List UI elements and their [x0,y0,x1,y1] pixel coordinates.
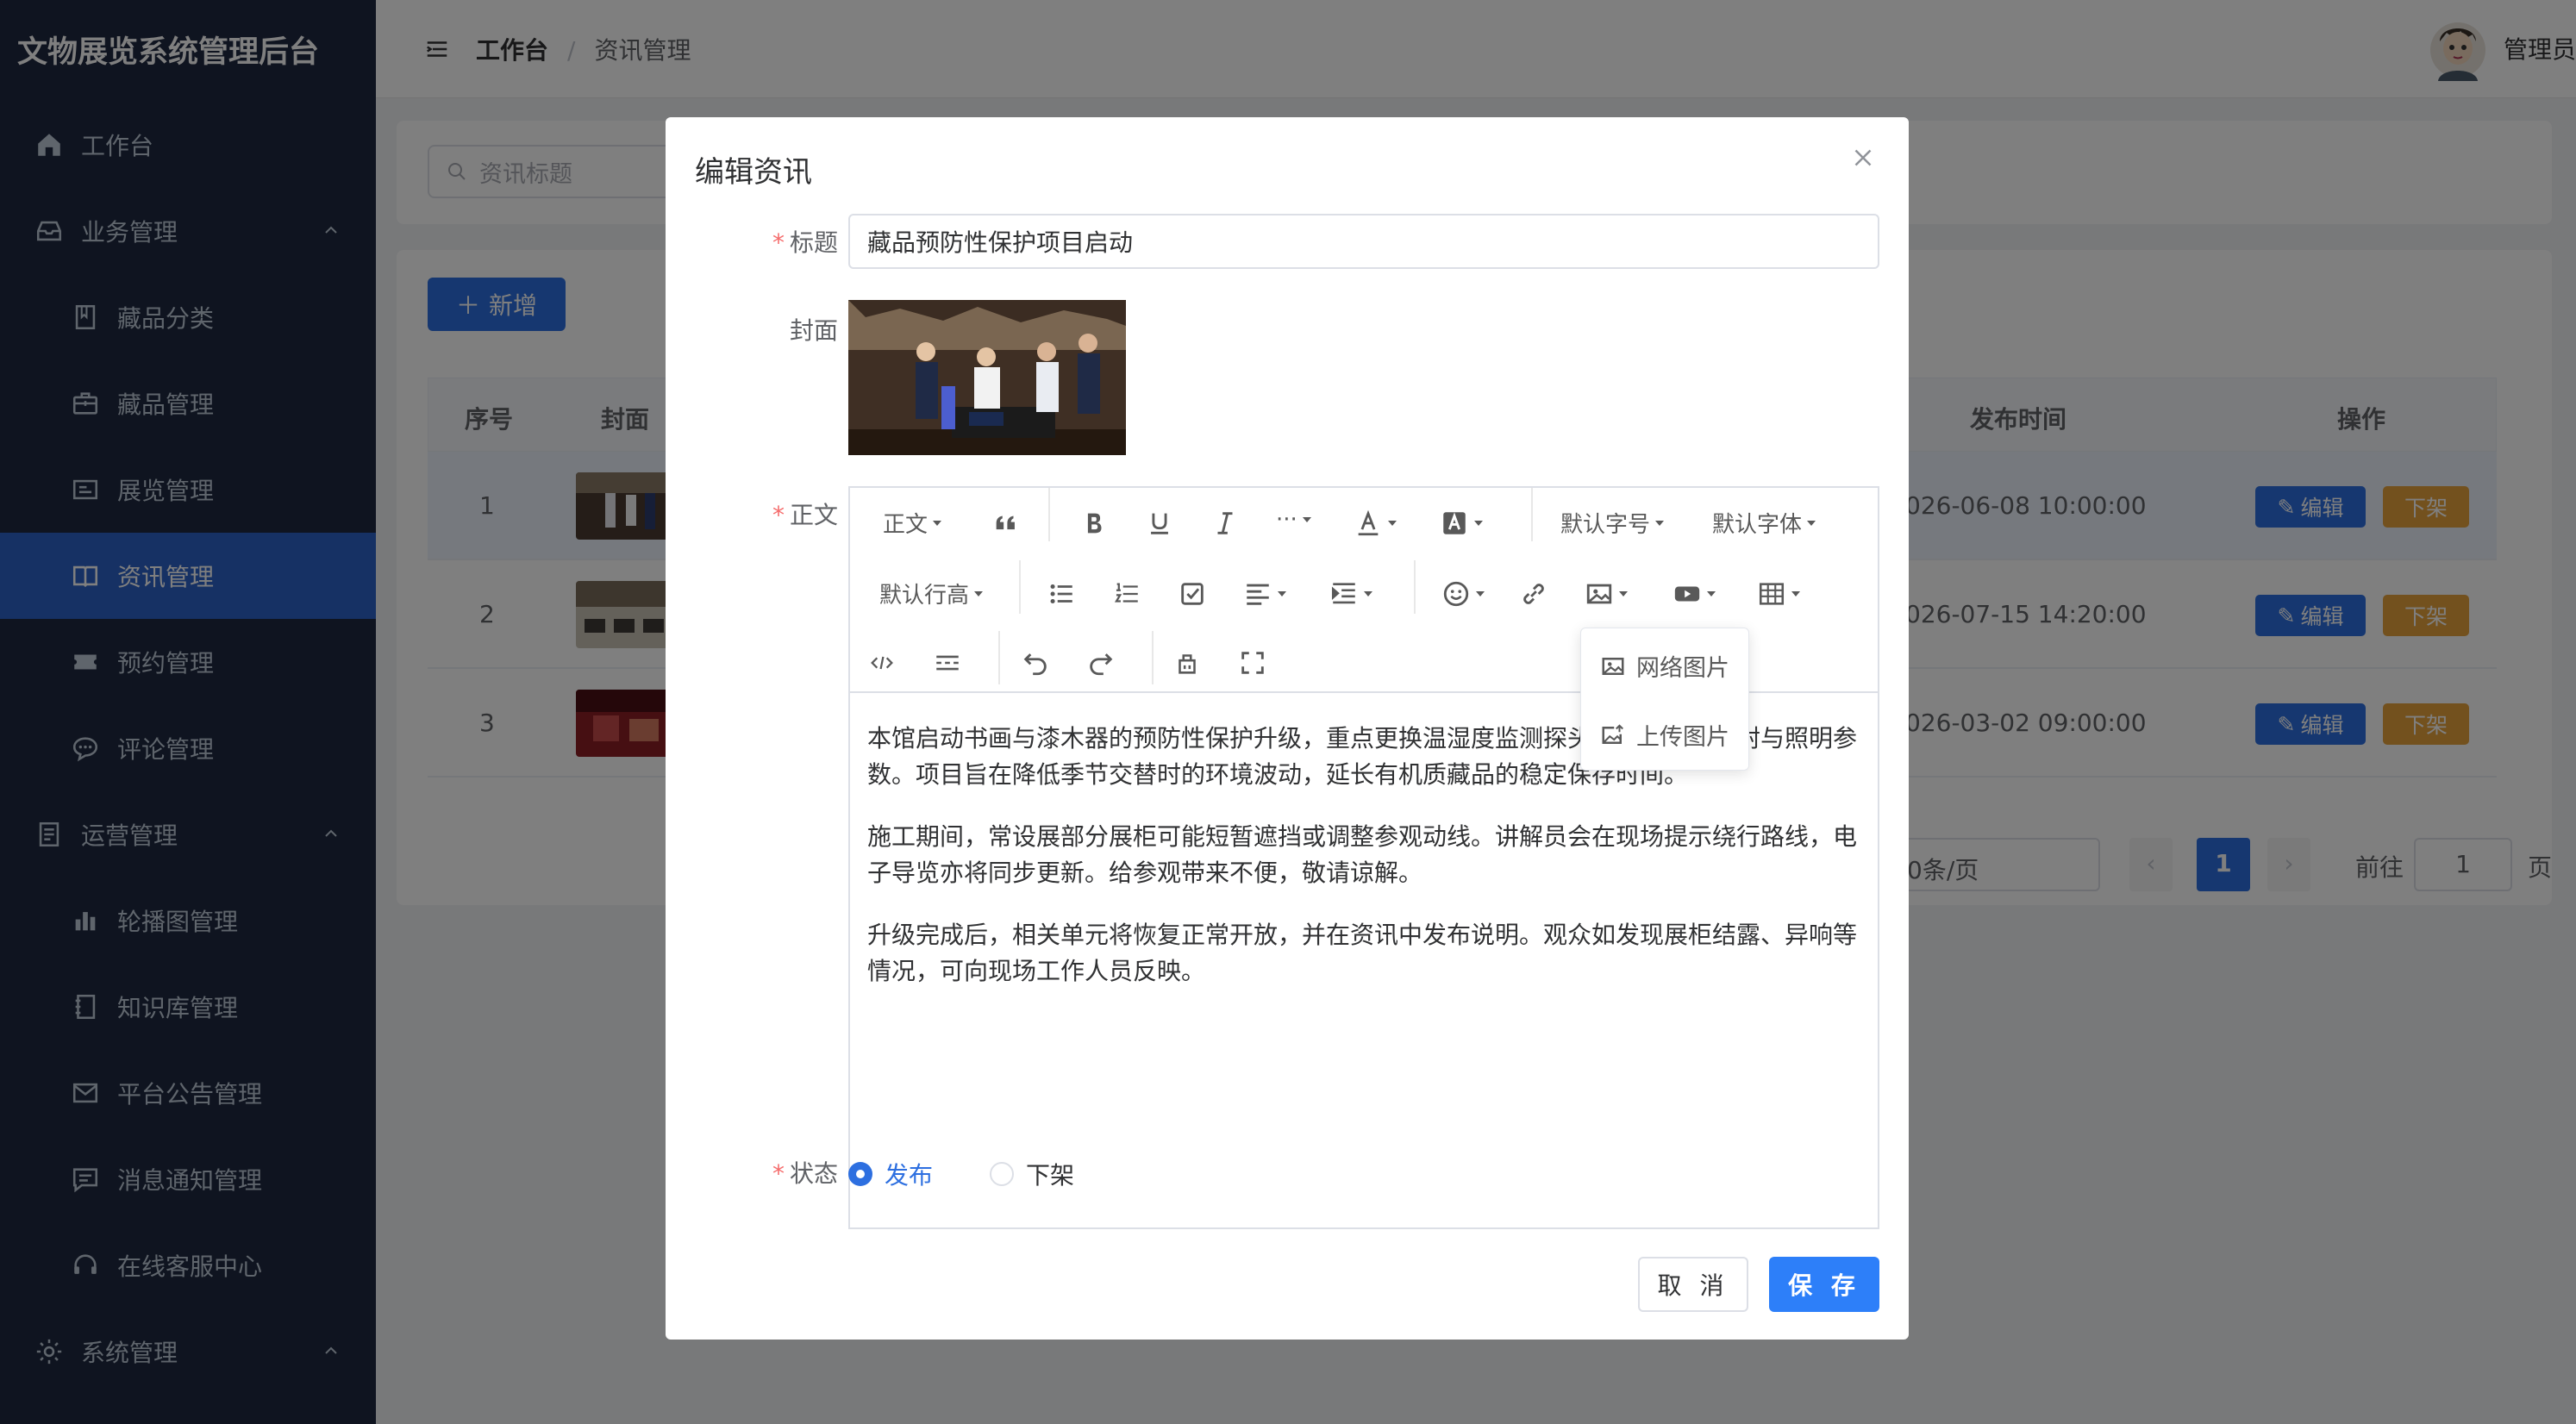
status-radio-unpublish[interactable]: 下架 [990,1157,1074,1191]
clear-format-button[interactable] [1172,648,1202,678]
font-family-label: 默认字体 [1712,512,1803,538]
menu-item-upload-image[interactable]: 上传图片 [1600,718,1729,752]
code-button[interactable] [867,648,897,678]
todo-button[interactable] [1178,579,1207,609]
menu-item-label: 上传图片 [1636,724,1729,751]
font-size-select[interactable]: 默认字号 [1560,507,1665,539]
content-paragraph: 升级完成后，相关单元将恢复正常开放，并在资讯中发布说明。观众如发现展柜结露、异响… [867,921,1858,985]
more-style-button[interactable]: ··· [1276,507,1311,533]
required-mark: * [772,228,785,257]
menu-item-label: 网络图片 [1636,655,1729,682]
status-label: * 状态 [666,1155,838,1190]
paragraph-select[interactable]: 正文 [883,507,942,539]
paragraph-select-label: 正文 [883,512,928,538]
toolbar-divider [1414,560,1416,614]
font-color-icon [1358,509,1379,536]
radio-label: 发布 [885,1161,934,1190]
checkbox-icon [1181,583,1204,605]
link-button[interactable] [1519,579,1548,609]
cover-label: 封面 [789,316,838,345]
cancel-button[interactable]: 取 消 [1638,1257,1748,1312]
upload-image-icon [1602,723,1623,744]
redo-icon [1090,653,1113,676]
bold-button[interactable] [1079,509,1109,538]
body-label-text: 正文 [789,501,838,529]
bullet-list-icon [1050,584,1072,604]
fullscreen-button[interactable] [1238,648,1267,678]
quote-icon [996,515,1015,530]
status-label-text: 状态 [789,1159,838,1188]
numbered-list-button[interactable] [1112,579,1141,609]
required-mark: * [772,1159,785,1188]
edit-news-dialog: 编辑资讯 * 标题 藏品预防性保护项目启动 封面 * 正文 正文 ··· 默认字… [666,117,1909,1340]
table-icon [1759,583,1785,605]
undo-icon [1023,653,1047,676]
status-radio-publish[interactable]: 发布 [848,1157,933,1191]
save-button[interactable]: 保 存 [1769,1257,1879,1312]
italic-button[interactable] [1210,509,1240,538]
code-icon [871,656,893,670]
align-left-icon [1247,584,1269,605]
blockquote-button[interactable] [991,509,1021,538]
menu-item-network-image[interactable]: 网络图片 [1600,649,1729,683]
numbered-list-icon [1114,583,1138,603]
fullscreen-icon [1241,652,1264,674]
align-button[interactable] [1243,579,1286,609]
table-button[interactable] [1757,579,1800,609]
dialog-title: 编辑资讯 [695,155,812,190]
title-label-text: 标题 [789,228,838,257]
image-icon [1586,584,1612,604]
close-icon[interactable] [1848,143,1878,172]
emoji-icon [1443,581,1469,607]
clear-format-icon [1179,654,1196,674]
emoji-button[interactable] [1441,579,1485,609]
italic-icon [1217,512,1233,534]
toolbar-divider [1048,488,1050,541]
font-family-select[interactable]: 默认字体 [1712,507,1816,539]
bullet-list-button[interactable] [1047,579,1076,609]
toolbar-divider [998,631,1000,684]
font-color-button[interactable] [1354,509,1397,538]
radio-label: 下架 [1026,1161,1075,1190]
required-mark: * [772,501,785,529]
line-height-label: 默认行高 [879,583,970,609]
background-color-icon [1443,512,1466,534]
image-icon [1602,657,1624,675]
line-height-select[interactable]: 默认行高 [879,578,984,609]
divider-button[interactable] [933,648,962,678]
toolbar-divider [1019,560,1021,614]
rich-text-editor[interactable]: 正文 ··· 默认字号 默认字体 默认行高 本馆启动书画与漆木器的预防性保护升级… [848,486,1879,1229]
redo-button[interactable] [1086,648,1116,678]
video-icon [1674,586,1700,602]
more-style-icon: ··· [1276,507,1297,533]
title-input[interactable]: 藏品预防性保护项目启动 [848,214,1879,269]
indent-button[interactable] [1329,579,1372,609]
title-label: * 标题 [666,224,838,259]
video-button[interactable] [1673,579,1716,609]
horizontal-rule-icon [936,655,959,671]
underline-button[interactable] [1145,509,1174,538]
underline-icon [1151,513,1168,534]
body-label: * 正文 [666,497,838,531]
toolbar-divider [1531,488,1533,541]
cover-image[interactable] [848,300,1126,455]
font-size-label: 默认字号 [1560,512,1651,538]
radio-unchecked-icon [990,1162,1014,1186]
background-color-button[interactable] [1440,509,1483,538]
content-paragraph: 施工期间，常设展部分展柜可能短暂遮挡或调整参观动线。讲解员会在现场提示绕行路线，… [867,822,1858,887]
toolbar-divider [1152,631,1154,684]
bold-icon [1087,513,1102,534]
link-icon [1523,584,1544,604]
radio-checked-icon [848,1162,872,1186]
image-button[interactable] [1585,579,1628,609]
undo-button[interactable] [1021,648,1050,678]
image-insert-menu: 网络图片 上传图片 [1580,628,1749,771]
indent-icon [1331,583,1355,604]
